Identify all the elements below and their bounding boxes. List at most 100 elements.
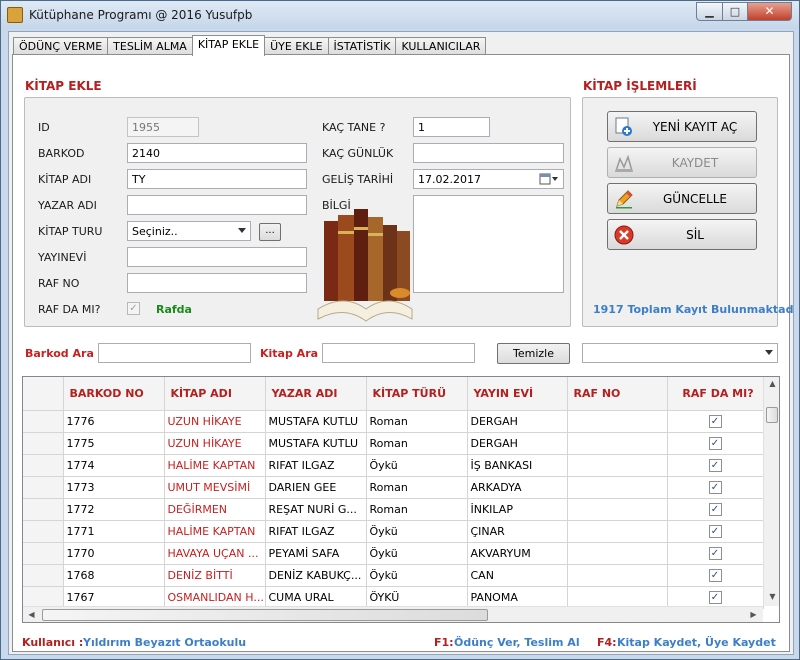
cell-barkod[interactable]: 1774: [63, 454, 165, 477]
cell-barkod[interactable]: 1770: [63, 542, 165, 565]
row-header[interactable]: [23, 542, 64, 565]
kac-tane-field[interactable]: 1: [413, 117, 490, 137]
cell-raf-da-mi[interactable]: ✓: [667, 498, 764, 521]
table-row[interactable]: 1773 UMUT MEVSİMİ DARIEN GEE Roman ARKAD…: [23, 476, 764, 499]
table-row[interactable]: 1771 HALİME KAPTAN RIFAT ILGAZ Öykü ÇINA…: [23, 520, 764, 543]
cell-yayin-evi[interactable]: DERGAH: [467, 432, 568, 455]
cell-yayin-evi[interactable]: PANOMA: [467, 586, 568, 609]
cell-yazar-adi[interactable]: DENİZ KABUKÇ...: [265, 564, 367, 587]
cell-kitap-adi[interactable]: HALİME KAPTAN: [164, 454, 266, 477]
cell-kitap-adi[interactable]: UMUT MEVSİMİ: [164, 476, 266, 499]
cell-raf-da-mi[interactable]: ✓: [667, 586, 764, 609]
update-button[interactable]: GÜNCELLE: [607, 183, 757, 214]
cell-barkod[interactable]: 1773: [63, 476, 165, 499]
table-row[interactable]: 1770 HAVAYA UÇAN ... PEYAMİ SAFA Öykü AK…: [23, 542, 764, 565]
cell-raf-da-mi[interactable]: ✓: [667, 564, 764, 587]
raf-da-mi-checkbox[interactable]: ✓: [708, 524, 722, 538]
col-header-yayin-evi[interactable]: YAYIN EVİ: [467, 377, 568, 411]
cell-yazar-adi[interactable]: REŞAT NURİ G...: [265, 498, 367, 521]
tab-odunc-verme[interactable]: ÖDÜNÇ VERME: [13, 37, 109, 55]
cell-raf-no[interactable]: [567, 498, 668, 521]
cell-kitap-adi[interactable]: DENİZ BİTTİ: [164, 564, 266, 587]
cell-yazar-adi[interactable]: DARIEN GEE: [265, 476, 367, 499]
cell-raf-no[interactable]: [567, 454, 668, 477]
raf-da-mi-checkbox[interactable]: ✓: [708, 546, 722, 560]
clear-button[interactable]: Temizle: [497, 343, 570, 364]
cell-kitap-turu[interactable]: Öykü: [366, 520, 468, 543]
cell-yayin-evi[interactable]: CAN: [467, 564, 568, 587]
books-grid[interactable]: BARKOD NO KİTAP ADI YAZAR ADI KİTAP TÜRÜ…: [22, 376, 780, 623]
cell-raf-da-mi[interactable]: ✓: [667, 542, 764, 565]
table-row[interactable]: 1776 UZUN HİKAYE MUSTAFA KUTLU Roman DER…: [23, 410, 764, 433]
raf-da-mi-checkbox[interactable]: ✓: [708, 458, 722, 472]
gelis-tarihi-picker[interactable]: 17.02.2017: [413, 169, 564, 189]
table-row[interactable]: 1774 HALİME KAPTAN RIFAT ILGAZ Öykü İŞ B…: [23, 454, 764, 477]
tab-kullanicilar[interactable]: KULLANICILAR: [395, 37, 487, 55]
tab-uye-ekle[interactable]: ÜYE EKLE: [264, 37, 329, 55]
cell-raf-da-mi[interactable]: ✓: [667, 476, 764, 499]
cell-yazar-adi[interactable]: MUSTAFA KUTLU: [265, 432, 367, 455]
new-record-button[interactable]: YENİ KAYIT AÇ: [607, 111, 757, 142]
scroll-up-icon[interactable]: ▲: [764, 379, 779, 388]
vertical-scrollbar[interactable]: ▲ ▼: [763, 377, 779, 606]
cell-kitap-turu[interactable]: Roman: [366, 410, 468, 433]
col-header-kitap-turu[interactable]: KİTAP TÜRÜ: [366, 377, 468, 411]
cell-raf-da-mi[interactable]: ✓: [667, 454, 764, 477]
cell-yayin-evi[interactable]: İNKILAP: [467, 498, 568, 521]
cell-kitap-adi[interactable]: HAVAYA UÇAN ...: [164, 542, 266, 565]
raf-da-mi-checkbox[interactable]: ✓: [708, 590, 722, 604]
cell-raf-no[interactable]: [567, 564, 668, 587]
browse-button[interactable]: ...: [259, 223, 281, 241]
cell-raf-da-mi[interactable]: ✓: [667, 432, 764, 455]
cell-barkod[interactable]: 1768: [63, 564, 165, 587]
minimize-button[interactable]: ▁: [696, 2, 723, 21]
cell-kitap-turu[interactable]: ÖYKÜ: [366, 586, 468, 609]
cell-yazar-adi[interactable]: MUSTAFA KUTLU: [265, 410, 367, 433]
table-row[interactable]: 1772 DEĞİRMEN REŞAT NURİ G... Roman İNKI…: [23, 498, 764, 521]
cell-yazar-adi[interactable]: PEYAMİ SAFA: [265, 542, 367, 565]
cell-raf-no[interactable]: [567, 476, 668, 499]
cell-yayin-evi[interactable]: ÇINAR: [467, 520, 568, 543]
cell-raf-no[interactable]: [567, 410, 668, 433]
cell-barkod[interactable]: 1772: [63, 498, 165, 521]
scroll-left-icon[interactable]: ◀: [23, 610, 40, 619]
raf-da-mi-checkbox[interactable]: ✓: [708, 414, 722, 428]
raf-da-mi-checkbox[interactable]: ✓: [708, 436, 722, 450]
tab-istatistik[interactable]: İSTATİSTİK: [327, 37, 397, 55]
cell-yazar-adi[interactable]: RIFAT ILGAZ: [265, 520, 367, 543]
cell-yayin-evi[interactable]: ARKADYA: [467, 476, 568, 499]
col-header-yazar-adi[interactable]: YAZAR ADI: [265, 377, 367, 411]
yazar-adi-field[interactable]: [127, 195, 307, 215]
cell-yazar-adi[interactable]: CUMA URAL: [265, 586, 367, 609]
cell-raf-no[interactable]: [567, 586, 668, 609]
bilgi-textarea[interactable]: [413, 195, 564, 293]
table-row[interactable]: 1767 OSMANLIDAN H... CUMA URAL ÖYKÜ PANO…: [23, 586, 764, 609]
cell-raf-da-mi[interactable]: ✓: [667, 410, 764, 433]
calendar-icon[interactable]: [539, 172, 559, 189]
row-header[interactable]: [23, 476, 64, 499]
row-header[interactable]: [23, 410, 64, 433]
cell-yayin-evi[interactable]: İŞ BANKASI: [467, 454, 568, 477]
cell-kitap-turu[interactable]: Roman: [366, 476, 468, 499]
row-header[interactable]: [23, 498, 64, 521]
cell-barkod[interactable]: 1775: [63, 432, 165, 455]
horizontal-scrollbar[interactable]: ◀ ▶: [23, 606, 763, 622]
delete-button[interactable]: SİL: [607, 219, 757, 250]
row-header[interactable]: [23, 432, 64, 455]
cell-yayin-evi[interactable]: AKVARYUM: [467, 542, 568, 565]
cell-kitap-adi[interactable]: HALİME KAPTAN: [164, 520, 266, 543]
barkod-ara-input[interactable]: [98, 343, 251, 363]
cell-kitap-adi[interactable]: UZUN HİKAYE: [164, 432, 266, 455]
cell-raf-no[interactable]: [567, 520, 668, 543]
cell-raf-da-mi[interactable]: ✓: [667, 520, 764, 543]
col-header-raf-da-mi[interactable]: RAF DA MI?: [667, 377, 764, 411]
cell-yazar-adi[interactable]: RIFAT ILGAZ: [265, 454, 367, 477]
yayinevi-field[interactable]: [127, 247, 307, 267]
filter-select[interactable]: [582, 343, 778, 363]
maximize-button[interactable]: □: [722, 2, 748, 21]
cell-barkod[interactable]: 1767: [63, 586, 165, 609]
scroll-down-icon[interactable]: ▼: [764, 592, 779, 601]
cell-kitap-turu[interactable]: Roman: [366, 432, 468, 455]
cell-kitap-adi[interactable]: UZUN HİKAYE: [164, 410, 266, 433]
scroll-right-icon[interactable]: ▶: [745, 610, 762, 619]
